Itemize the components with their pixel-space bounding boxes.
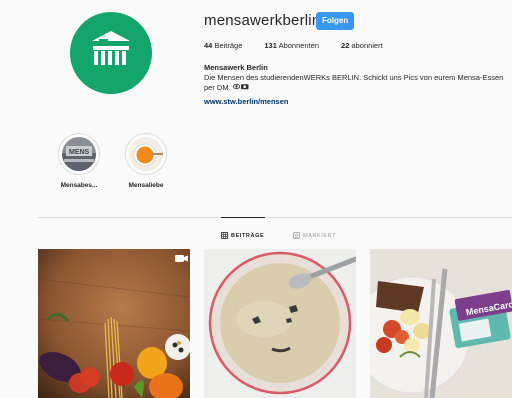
profile-bio: Die Mensen des studierendenWERKs BERLIN.… bbox=[204, 73, 504, 93]
active-tab-indicator bbox=[221, 217, 265, 218]
posts-count-label: Beiträge bbox=[214, 41, 243, 50]
profile-website-link[interactable]: www.stw.berlin/mensen bbox=[204, 97, 288, 106]
highlight-ring: MENS bbox=[58, 133, 100, 175]
profile-avatar[interactable] bbox=[70, 12, 152, 94]
posts-count[interactable]: 44 Beiträge bbox=[204, 41, 242, 50]
profile-full-name: Mensawerk Berlin bbox=[204, 63, 268, 72]
tab-tagged-label: MARKIERT bbox=[303, 232, 337, 239]
tab-posts-label: BEITRÄGE bbox=[231, 232, 265, 239]
posts-count-value: 44 bbox=[204, 41, 213, 50]
highlight-thumbnail bbox=[129, 137, 163, 171]
followers-count[interactable]: 131 Abonnenten bbox=[264, 41, 319, 50]
post-vegetables[interactable] bbox=[38, 249, 190, 398]
story-highlight-mensabes[interactable]: MENS Mensabes... bbox=[44, 133, 114, 189]
follow-button[interactable]: Folgen bbox=[316, 12, 355, 30]
svg-text:MENS: MENS bbox=[69, 149, 90, 156]
following-count-label: abonniert bbox=[351, 41, 383, 50]
post-mensacard[interactable]: MensaCard bbox=[370, 249, 512, 398]
following-count[interactable]: 22 abonniert bbox=[341, 41, 383, 50]
post-image: MensaCard bbox=[370, 249, 512, 398]
profile-stats: 44 Beiträge 131 Abonnenten 22 abonniert bbox=[204, 41, 405, 50]
grid-icon bbox=[221, 232, 228, 239]
post-soup-face[interactable] bbox=[204, 249, 356, 398]
highlight-thumbnail: MENS bbox=[62, 137, 96, 171]
profile-bio-text: Die Mensen des studierendenWERKs BERLIN.… bbox=[204, 73, 504, 92]
following-count-value: 22 bbox=[341, 41, 350, 50]
highlight-label: Mensaliebe bbox=[128, 182, 164, 189]
highlight-label: Mensabes... bbox=[60, 182, 98, 189]
post-image bbox=[38, 249, 190, 398]
tab-posts[interactable]: BEITRÄGE bbox=[221, 232, 264, 239]
eye-camera-emoji-icon bbox=[232, 83, 249, 93]
followers-count-value: 131 bbox=[264, 41, 277, 50]
mensawerk-logo-icon bbox=[92, 31, 130, 65]
profile-username: mensawerkberlin bbox=[204, 12, 321, 29]
story-highlight-mensaliebe[interactable]: Mensaliebe bbox=[111, 133, 181, 189]
post-image bbox=[204, 249, 356, 398]
video-icon bbox=[175, 255, 184, 262]
followers-count-label: Abonnenten bbox=[278, 41, 320, 50]
tab-divider bbox=[38, 217, 512, 218]
tagged-icon bbox=[293, 232, 300, 239]
tab-tagged[interactable]: MARKIERT bbox=[293, 232, 336, 239]
highlight-ring bbox=[125, 133, 167, 175]
